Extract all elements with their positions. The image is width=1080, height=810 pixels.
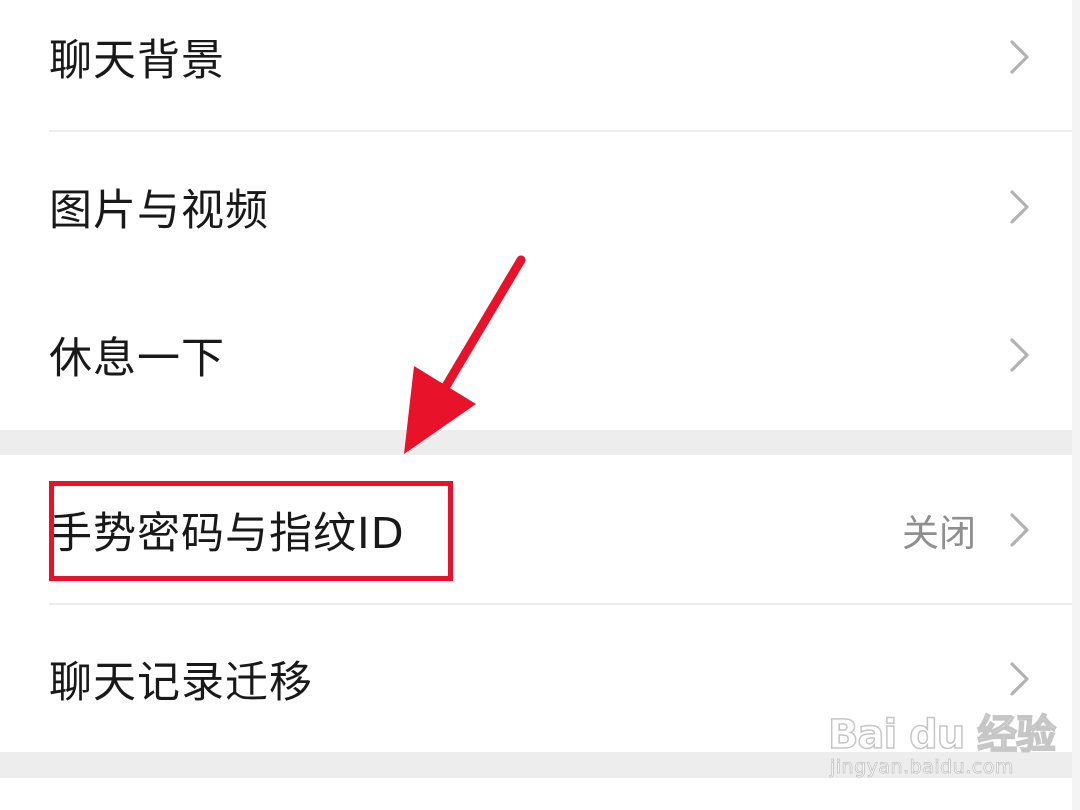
chevron-right-icon [1010,513,1029,547]
settings-item-chat-background[interactable]: 聊天背景 [0,0,1072,132]
settings-screen: 聊天背景 图片与视频 休息一下 手势密码与指纹ID 关闭 聊天记录迁移 Bai … [0,0,1080,810]
settings-item-status: 关闭 [902,512,976,555]
chevron-right-icon [1010,40,1029,74]
settings-item-label: 聊天记录迁移 [49,657,313,708]
settings-item-label: 聊天背景 [49,36,225,86]
chevron-right-icon [1010,661,1029,696]
settings-item-gesture-fingerprint[interactable]: 手势密码与指纹ID 关闭 [0,455,1072,605]
settings-item-photos-videos[interactable]: 图片与视频 [0,132,1072,282]
chevron-right-icon [1010,190,1029,224]
settings-item-label: 图片与视频 [49,186,269,236]
settings-item-label: 休息一下 [49,334,225,384]
settings-group-3 [0,778,1072,810]
settings-item-take-a-break[interactable]: 休息一下 [0,280,1072,430]
settings-group-2: 手势密码与指纹ID 关闭 聊天记录迁移 [0,455,1072,752]
settings-item-label: 手势密码与指纹ID [49,509,405,559]
scrollbar-track [1072,0,1080,810]
chevron-right-icon [1010,338,1029,372]
settings-group-1: 聊天背景 图片与视频 休息一下 [0,0,1072,430]
settings-item-chat-migration[interactable]: 聊天记录迁移 [0,605,1072,752]
watermark-url: jingyan.baidu.com [830,756,1014,779]
